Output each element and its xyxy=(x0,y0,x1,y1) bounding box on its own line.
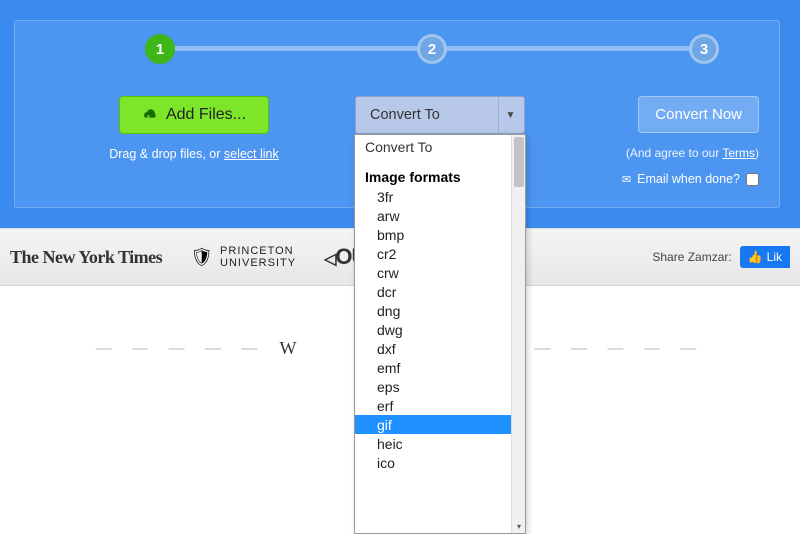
dropdown-list: Convert To Image formats 3frarwbmpcr2crw… xyxy=(355,135,511,533)
dropdown-option[interactable]: dwg xyxy=(355,320,511,339)
caret-box: ▼ xyxy=(498,97,514,133)
envelope-icon: ✉ xyxy=(622,173,631,186)
step-1-badge: 1 xyxy=(145,34,175,64)
progress-steps: 1 2 3 xyxy=(145,29,719,69)
step-1-column: Add Files... Drag & drop files, or selec… xyxy=(79,96,309,161)
thumbs-up-icon: 👍 xyxy=(748,250,763,264)
dropdown-option[interactable]: dcr xyxy=(355,282,511,301)
email-when-done-checkbox[interactable] xyxy=(746,173,759,186)
fb-like-text: Lik xyxy=(767,250,782,264)
dropdown-option[interactable]: gif xyxy=(355,415,511,434)
dropdown-placeholder-option[interactable]: Convert To xyxy=(355,135,511,159)
scroll-down-icon[interactable]: ▾ xyxy=(512,519,526,533)
step-2-badge: 2 xyxy=(417,34,447,64)
nyt-logo: The New York Times xyxy=(10,247,162,268)
step-2-column: Convert To ▼ xyxy=(355,96,525,134)
dropdown-option[interactable]: dng xyxy=(355,301,511,320)
princeton-text: PRINCETON UNIVERSITY xyxy=(220,245,296,269)
terms-suffix: ) xyxy=(755,146,759,160)
princeton-bottom: UNIVERSITY xyxy=(220,257,296,269)
dashes-right: — — — — — xyxy=(535,340,705,358)
dropdown-option[interactable]: 3fr xyxy=(355,187,511,206)
step-3-column: Convert Now (And agree to our Terms) ✉ E… xyxy=(584,96,759,186)
terms-prefix: (And agree to our xyxy=(626,146,723,160)
drag-drop-hint: Drag & drop files, or select link xyxy=(79,147,309,161)
shield-icon: 🛡 xyxy=(190,247,214,268)
dropdown-option[interactable]: crw xyxy=(355,263,511,282)
convert-to-label: Convert To xyxy=(370,107,440,123)
dropdown-option[interactable]: heic xyxy=(355,434,511,453)
drag-drop-text: Drag & drop files, or xyxy=(109,147,224,161)
share-label: Share Zamzar: xyxy=(652,250,731,264)
dropdown-option[interactable]: bmp xyxy=(355,225,511,244)
add-files-label: Add Files... xyxy=(166,106,246,124)
convert-to-dropdown[interactable]: Convert To Image formats 3frarwbmpcr2crw… xyxy=(354,134,526,534)
dropdown-group-label: Image formats xyxy=(355,159,511,187)
princeton-logo: 🛡 PRINCETON UNIVERSITY xyxy=(190,245,296,269)
dropdown-scrollbar[interactable]: ▴ ▾ xyxy=(511,135,525,533)
select-link[interactable]: select link xyxy=(224,147,279,161)
speaker-icon: ◁ xyxy=(324,251,335,268)
headline-partial-left: W xyxy=(280,338,298,359)
share-section: Share Zamzar: 👍 Lik xyxy=(652,246,790,268)
email-when-done-label: Email when done? xyxy=(637,172,740,186)
convert-to-select[interactable]: Convert To ▼ xyxy=(355,96,525,134)
dropdown-option[interactable]: eps xyxy=(355,377,511,396)
add-files-button[interactable]: Add Files... xyxy=(119,96,269,134)
convert-now-button[interactable]: Convert Now xyxy=(638,96,759,133)
dropdown-option[interactable]: dxf xyxy=(355,339,511,358)
dropdown-option[interactable]: cr2 xyxy=(355,244,511,263)
scroll-thumb[interactable] xyxy=(514,137,524,187)
dropdown-option[interactable]: emf xyxy=(355,358,511,377)
dashes-left: — — — — — xyxy=(96,340,266,358)
upload-cloud-icon xyxy=(142,108,158,122)
step-3-badge: 3 xyxy=(689,34,719,64)
terms-line: (And agree to our Terms) xyxy=(584,146,759,160)
facebook-like-button[interactable]: 👍 Lik xyxy=(740,246,790,268)
dropdown-option[interactable]: arw xyxy=(355,206,511,225)
terms-link[interactable]: Terms xyxy=(722,146,755,160)
chevron-down-icon: ▼ xyxy=(506,110,516,121)
dropdown-option[interactable]: erf xyxy=(355,396,511,415)
princeton-top: PRINCETON xyxy=(220,245,296,257)
email-when-done-row: ✉ Email when done? xyxy=(584,172,759,186)
dropdown-option[interactable]: ico xyxy=(355,453,511,472)
